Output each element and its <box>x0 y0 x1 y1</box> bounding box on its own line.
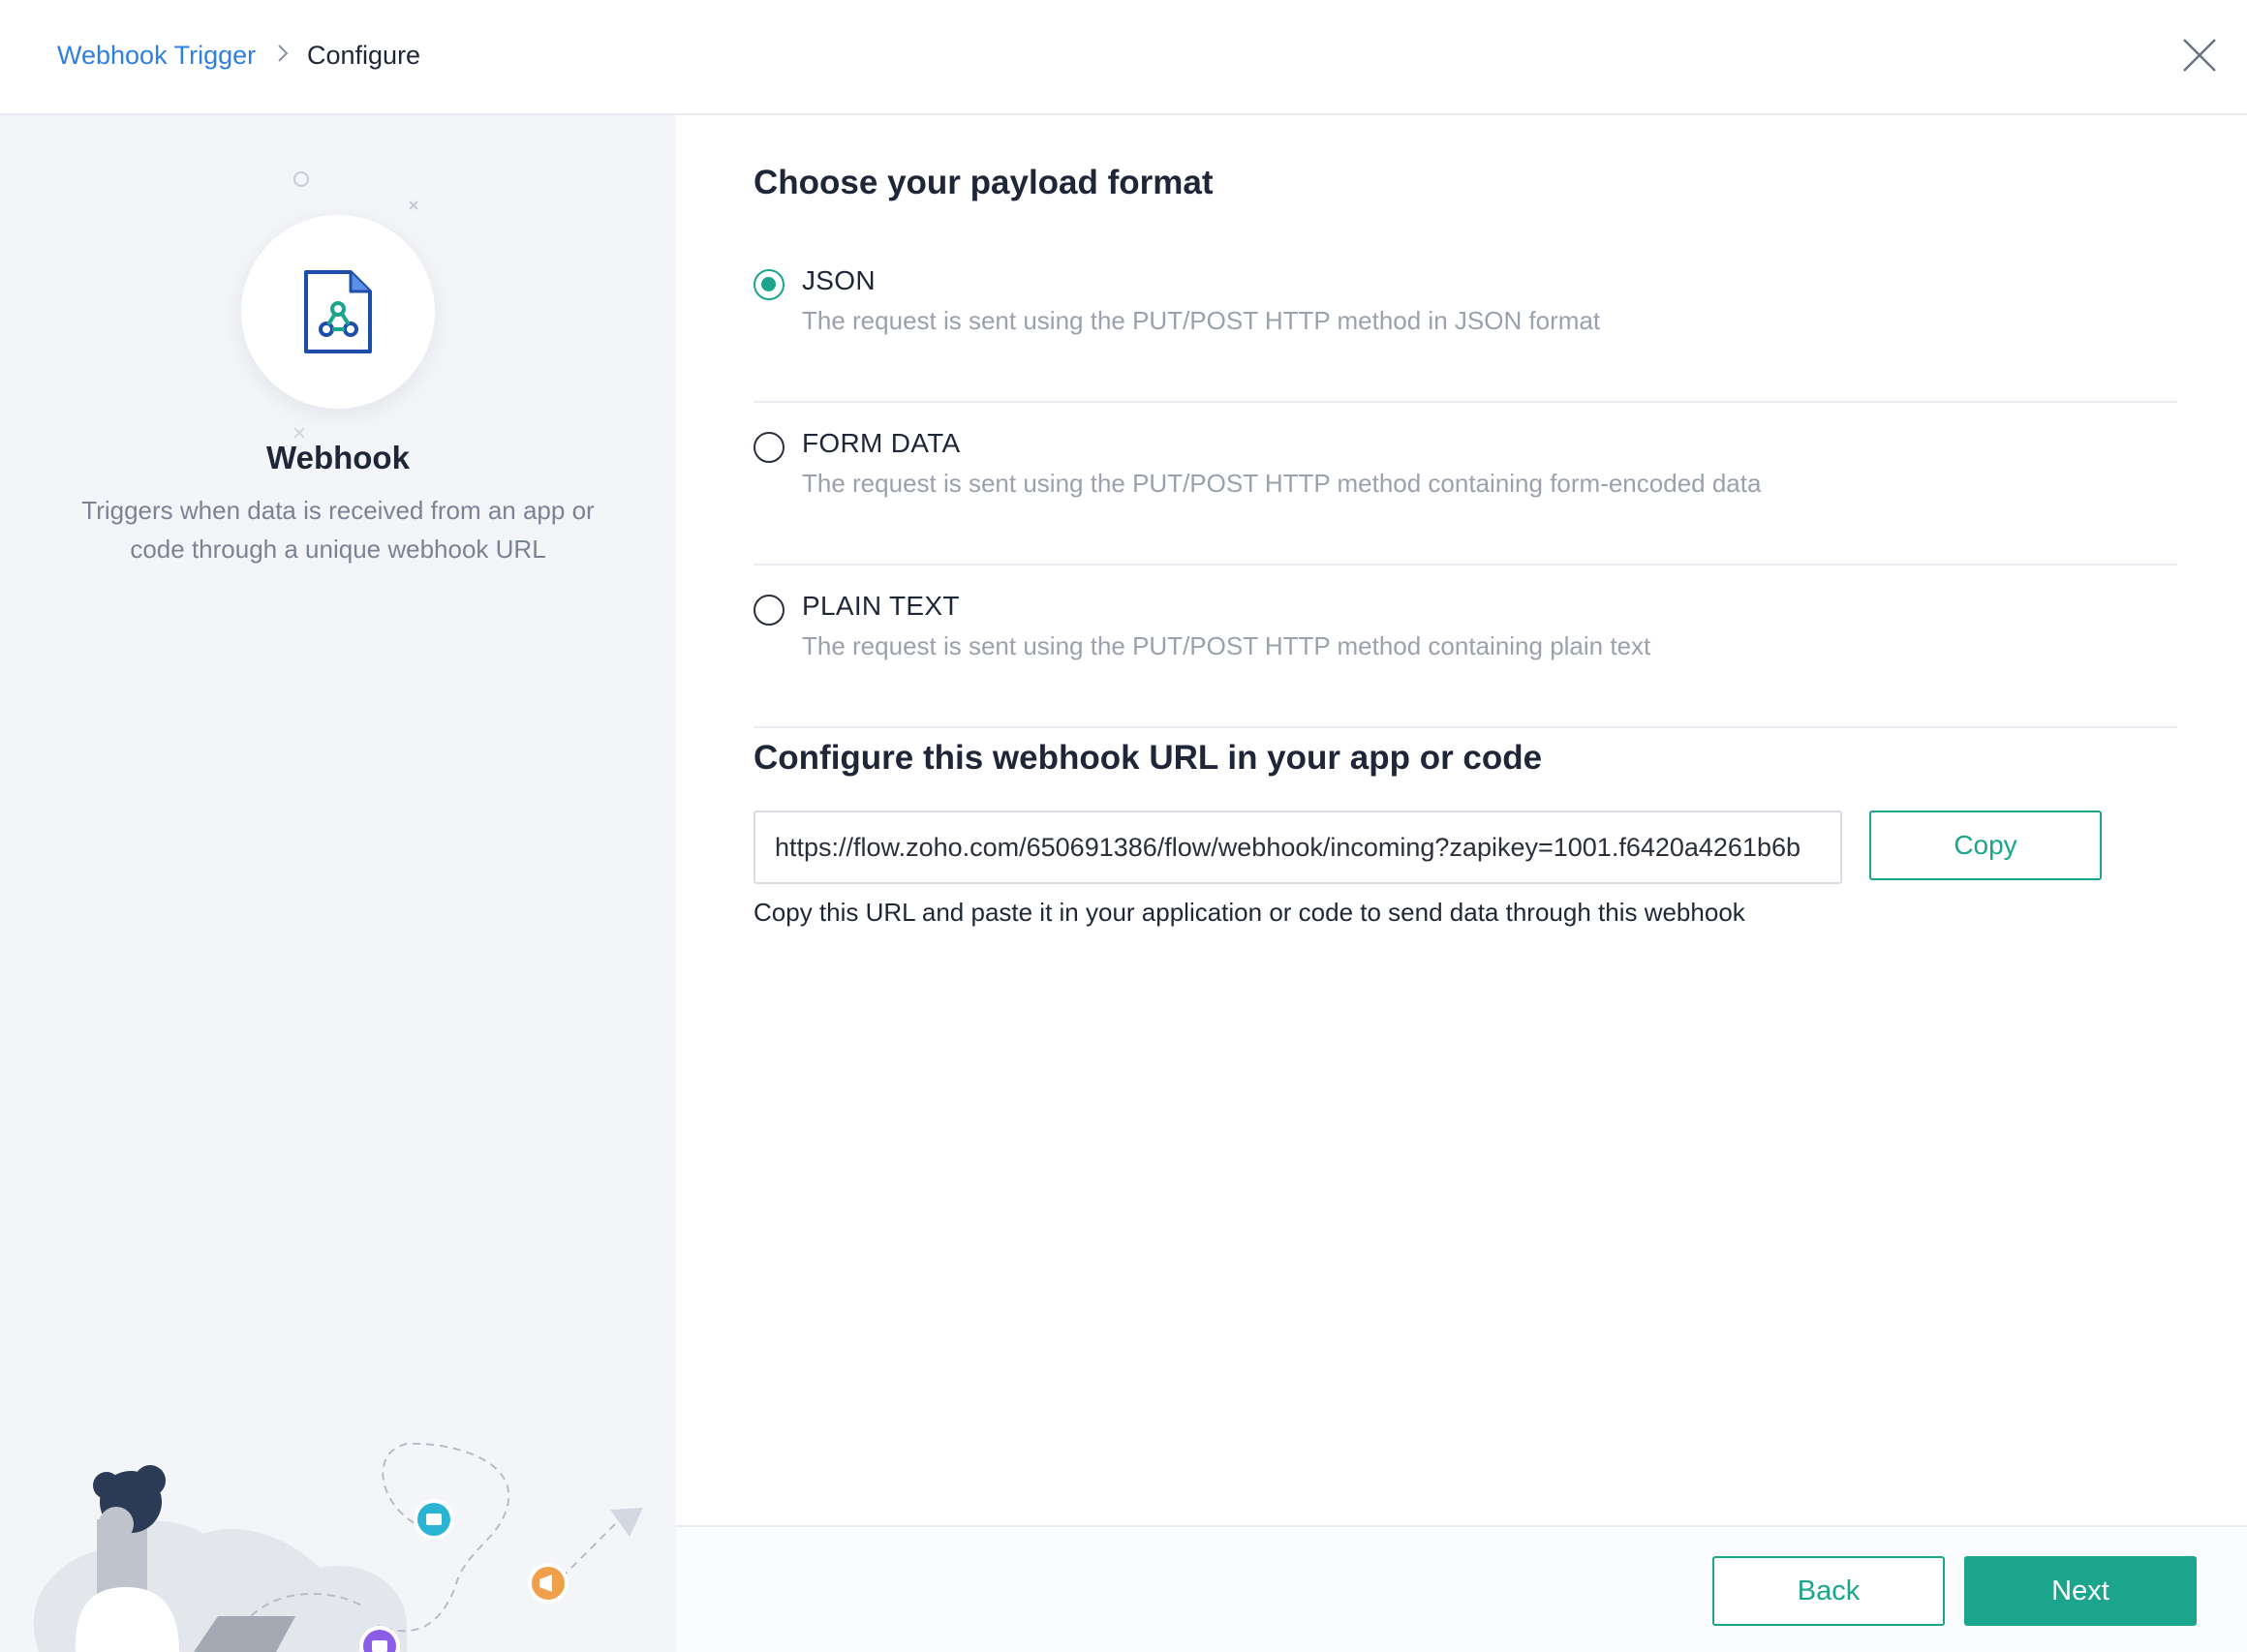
app-name: Webhook <box>266 440 410 475</box>
payload-option-json[interactable]: JSON The request is sent using the PUT/P… <box>754 240 2177 403</box>
form-data-radio[interactable] <box>754 432 785 463</box>
cross-decoration-icon <box>293 427 305 439</box>
webhook-url-hint: Copy this URL and paste it in your appli… <box>754 898 1745 927</box>
app-info-panel: Webhook Triggers when data is received f… <box>0 115 676 1652</box>
circle-decoration-icon <box>293 171 309 187</box>
back-button[interactable]: Back <box>1712 1556 1945 1626</box>
close-icon[interactable] <box>2181 37 2218 74</box>
next-button[interactable]: Next <box>1964 1556 2197 1626</box>
payload-option-form-data[interactable]: FORM DATA The request is sent using the … <box>754 403 2177 566</box>
json-radio[interactable] <box>754 269 785 300</box>
webhook-document-icon <box>304 270 372 353</box>
footer-actions: Back Next <box>676 1525 2247 1652</box>
user-with-laptop-illustration <box>33 1442 643 1652</box>
breadcrumb-webhook-trigger-link[interactable]: Webhook Trigger <box>57 41 256 71</box>
option-description: The request is sent using the PUT/POST H… <box>802 631 1651 660</box>
cross-decoration-icon <box>409 200 418 210</box>
header: Webhook Trigger Configure <box>0 0 2247 115</box>
payload-format-title: Choose your payload format <box>754 164 1214 201</box>
option-label: PLAIN TEXT <box>802 591 960 621</box>
payload-option-plain-text[interactable]: PLAIN TEXT The request is sent using the… <box>754 566 2177 728</box>
app-logo-badge <box>241 215 435 409</box>
option-description: The request is sent using the PUT/POST H… <box>802 306 1601 335</box>
copy-button[interactable]: Copy <box>1869 811 2102 880</box>
breadcrumb-current: Configure <box>307 41 421 70</box>
webhook-url-title: Configure this webhook URL in your app o… <box>754 739 1543 777</box>
chevron-right-icon <box>278 45 289 62</box>
configure-panel: Choose your payload format JSON The requ… <box>676 115 2247 1652</box>
option-label: JSON <box>802 265 876 295</box>
plain-text-radio[interactable] <box>754 595 785 626</box>
option-description: The request is sent using the PUT/POST H… <box>802 469 1762 498</box>
app-description: Triggers when data is received from an a… <box>81 496 595 564</box>
option-label: FORM DATA <box>802 428 961 458</box>
webhook-url-field[interactable] <box>754 811 1842 884</box>
